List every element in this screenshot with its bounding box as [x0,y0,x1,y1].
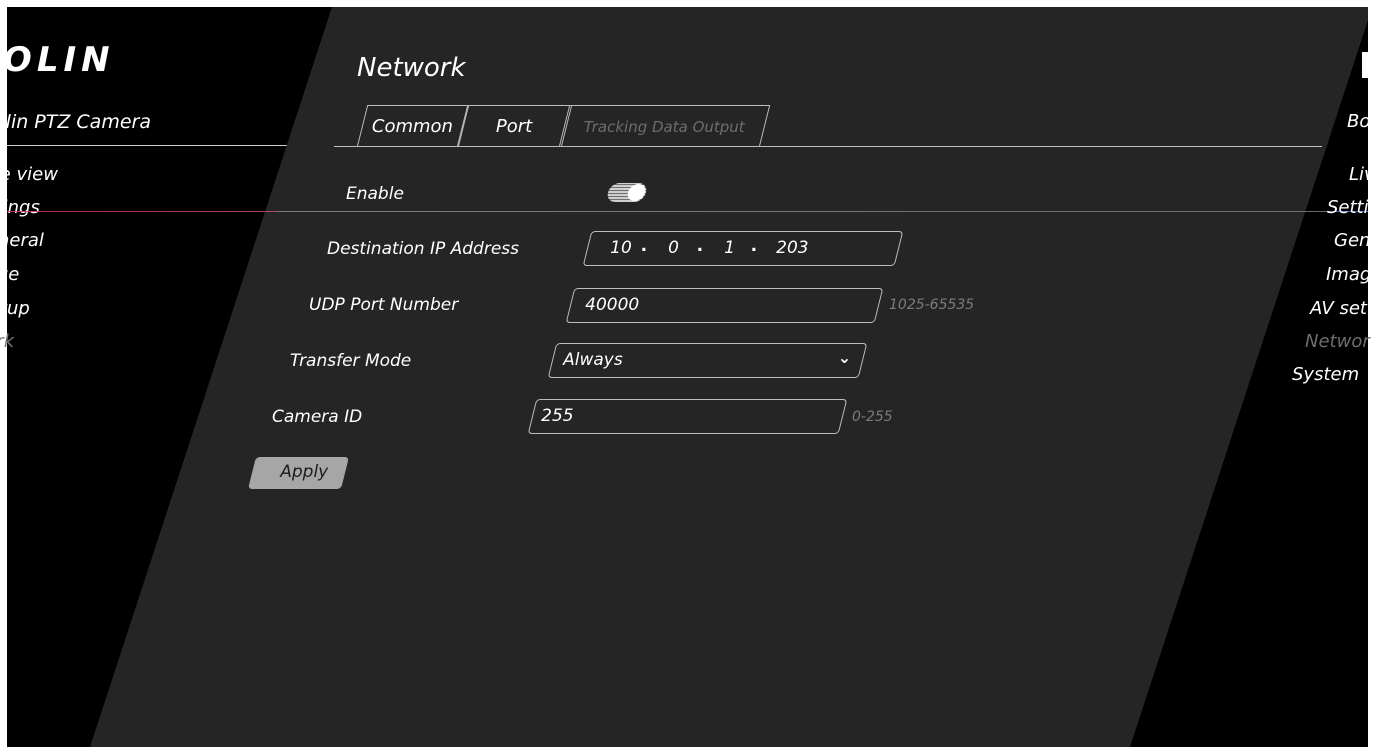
udp-port-hint: 1025-65535 [889,297,975,313]
dest-ip-field[interactable]: 10 . 0 . 1 . 203 [582,231,904,266]
right-nav-settings[interactable]: Setti [1327,197,1369,218]
udp-port-input[interactable]: 40000 [565,288,884,323]
nav-general[interactable]: General [0,230,44,251]
transfer-mode-value: Always [563,350,623,370]
apply-button-label: Apply [280,462,329,482]
app-stage: BOLIN Bolin PTZ Camera Live view Setting… [0,0,1375,747]
ip-octet-1[interactable]: 10 [610,238,632,258]
page-title: Network [357,53,466,83]
tab-tracking-label: Tracking Data Output [583,117,745,136]
dest-ip-label: Destination IP Address [327,239,519,259]
udp-port-label: UDP Port Number [309,295,459,315]
chevron-down-icon[interactable]: ⌄ [837,348,850,367]
camera-id-input[interactable]: 255 [527,399,848,434]
product-name: Bolin PTZ Camera [0,111,151,133]
right-nav-av[interactable]: AV set [1310,298,1367,319]
camera-id-label: Camera ID [272,407,363,427]
right-nav-general[interactable]: Gen [1334,230,1370,251]
tab-port-label: Port [496,116,533,137]
nav-image[interactable]: Image [0,264,19,285]
right-logo-fragment [1362,52,1368,78]
tab-port[interactable]: Port [456,105,573,147]
ip-octet-4[interactable]: 203 [776,238,808,258]
nav-network[interactable]: Network [0,331,14,352]
ip-dot-1: . [640,236,648,256]
camera-id-value: 255 [541,406,574,426]
tabs-underline [334,146,1322,147]
right-brand: Bo [1347,111,1371,132]
bolin-logo: BOLIN [0,40,115,80]
tab-tracking-data-output[interactable]: Tracking Data Output [558,105,771,147]
transfer-mode-select[interactable]: Always ⌄ [547,343,868,378]
right-nav-image[interactable]: Imag [1326,264,1371,285]
nav-live-view[interactable]: Live view [0,164,58,185]
tab-common[interactable]: Common [356,105,470,147]
nav-settings[interactable]: Settings [0,197,40,218]
camera-id-hint: 0-255 [852,409,893,425]
enable-label: Enable [346,184,404,204]
right-nav-network[interactable]: Networ [1305,331,1370,352]
tab-common-label: Common [372,116,454,137]
scanline-divider [7,211,1368,212]
ip-octet-3[interactable]: 1 [724,238,735,258]
nav-av-setup[interactable]: AV setup [0,298,30,319]
apply-button[interactable]: Apply [248,457,349,489]
ip-dot-3: . [750,236,758,256]
ip-dot-2: . [696,236,704,256]
right-nav-live[interactable]: Liv [1349,164,1375,185]
udp-port-value: 40000 [585,295,640,315]
sidebar-divider [7,145,302,146]
right-nav-system[interactable]: System [1292,364,1359,385]
ip-octet-2[interactable]: 0 [668,238,679,258]
transfer-mode-label: Transfer Mode [290,351,412,371]
